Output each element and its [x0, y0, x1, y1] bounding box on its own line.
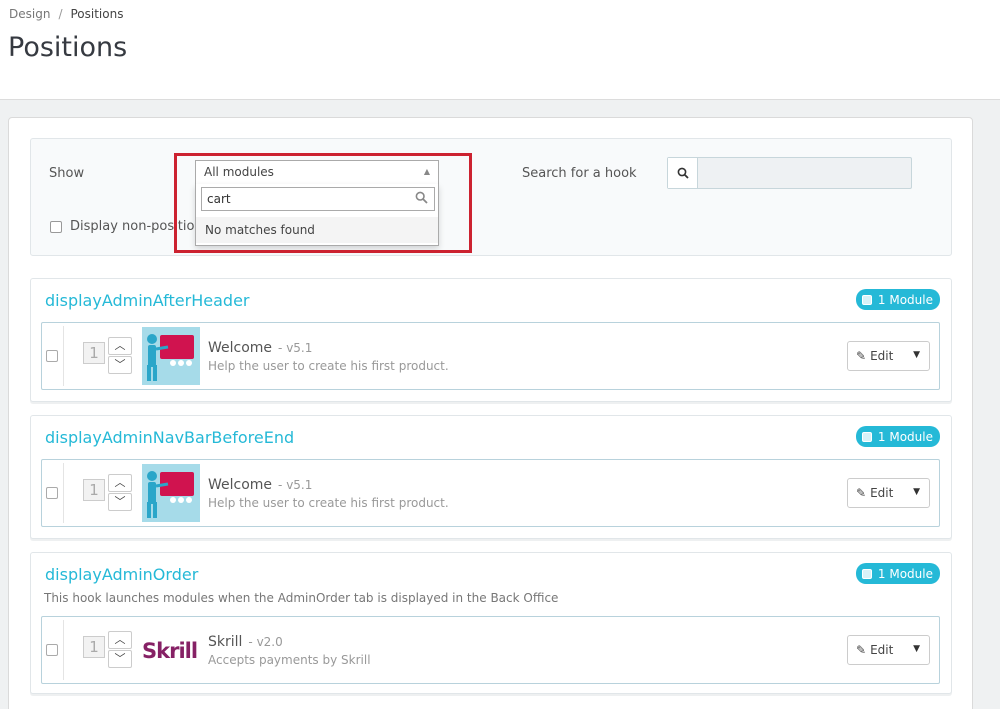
pencil-icon: ✎	[856, 349, 867, 363]
move-down-button[interactable]: ﹀	[108, 493, 132, 511]
move-up-button[interactable]: ︿	[108, 474, 132, 492]
module-checkbox[interactable]	[46, 487, 58, 499]
edit-button[interactable]: ✎ Edit ▼	[847, 635, 930, 665]
module-description: Help the user to create his first produc…	[208, 496, 449, 510]
module-description: Accepts payments by Skrill	[208, 653, 371, 667]
pencil-icon: ✎	[856, 486, 867, 500]
module-version: - v5.1	[278, 478, 313, 492]
welcome-logo-icon	[142, 327, 200, 385]
move-up-button[interactable]: ︿	[108, 337, 132, 355]
move-down-button[interactable]: ﹀	[108, 356, 132, 374]
divider	[63, 463, 64, 523]
welcome-logo-icon	[142, 464, 200, 522]
module-name: Welcome	[208, 340, 273, 356]
module-version: - v5.1	[278, 341, 313, 355]
module-checkbox[interactable]	[46, 644, 58, 656]
badge-checkbox-icon	[861, 568, 872, 579]
module-count-badge: 1 Module	[855, 426, 940, 447]
search-icon	[668, 158, 698, 188]
search-hook-label: Search for a hook	[522, 166, 637, 181]
edit-label: Edit	[870, 643, 894, 657]
hook-title: displayAdminNavBarBeforeEnd	[45, 428, 295, 447]
divider	[63, 326, 64, 386]
show-label: Show	[49, 166, 85, 181]
module-name: Skrill	[208, 634, 243, 650]
module-name-line: Welcome - v5.1	[208, 340, 312, 356]
badge-label: 1 Module	[877, 429, 933, 444]
badge-label: 1 Module	[877, 292, 933, 307]
edit-button[interactable]: ✎ Edit ▼	[847, 478, 930, 508]
badge-label: 1 Module	[877, 566, 933, 581]
module-row: 1 ︿ ﹀ Skrill Skrill - v2.0 Accepts paymen…	[41, 616, 940, 684]
move-down-button[interactable]: ﹀	[108, 650, 132, 668]
hook-title: displayAdminAfterHeader	[45, 291, 250, 310]
module-count-badge: 1 Module	[855, 289, 940, 310]
nonpositionable-checkbox[interactable]	[50, 220, 62, 233]
caret-down-icon[interactable]: ▼	[913, 644, 920, 654]
badge-checkbox-icon	[861, 294, 872, 305]
page-title: Positions	[8, 32, 128, 63]
edit-button[interactable]: ✎ Edit ▼	[847, 341, 930, 371]
module-name-line: Skrill - v2.0	[208, 634, 283, 650]
search-hook-field[interactable]	[667, 157, 912, 189]
hook-display-admin-after-header: displayAdminAfterHeader 1 Module 1 ︿ ﹀ W…	[30, 278, 952, 402]
badge-checkbox-icon	[861, 431, 872, 442]
breadcrumb: Design / Positions	[9, 7, 123, 21]
highlight-box	[174, 153, 472, 253]
module-position: 1	[83, 342, 105, 364]
hook-description: This hook launches modules when the Admi…	[44, 591, 559, 605]
breadcrumb-current: Positions	[70, 7, 124, 21]
skrill-logo-text: Skrill	[142, 639, 198, 663]
skrill-logo: Skrill	[142, 621, 200, 679]
breadcrumb-parent[interactable]: Design	[9, 7, 50, 21]
filter-bar	[30, 138, 952, 256]
pencil-icon: ✎	[856, 643, 867, 657]
hook-title: displayAdminOrder	[45, 565, 199, 584]
divider	[63, 620, 64, 680]
module-row: 1 ︿ ﹀ Welcome - v5.1 Help the user to cre…	[41, 322, 940, 390]
module-description: Help the user to create his first produc…	[208, 359, 449, 373]
hook-display-admin-navbar-before-end: displayAdminNavBarBeforeEnd 1 Module 1 ︿…	[30, 415, 952, 539]
page-header: Design / Positions Positions	[0, 0, 1000, 100]
module-position: 1	[83, 479, 105, 501]
module-name-line: Welcome - v5.1	[208, 477, 312, 493]
module-position: 1	[83, 636, 105, 658]
breadcrumb-separator: /	[58, 7, 63, 21]
module-version: - v2.0	[248, 635, 283, 649]
edit-label: Edit	[870, 349, 894, 363]
hook-display-admin-order: displayAdminOrder This hook launches mod…	[30, 552, 952, 694]
module-count-badge: 1 Module	[855, 563, 940, 584]
module-row: 1 ︿ ﹀ Welcome - v5.1 Help the user to cre…	[41, 459, 940, 527]
module-name: Welcome	[208, 477, 273, 493]
caret-down-icon[interactable]: ▼	[913, 350, 920, 360]
edit-label: Edit	[870, 486, 894, 500]
module-checkbox[interactable]	[46, 350, 58, 362]
caret-down-icon[interactable]: ▼	[913, 487, 920, 497]
move-up-button[interactable]: ︿	[108, 631, 132, 649]
